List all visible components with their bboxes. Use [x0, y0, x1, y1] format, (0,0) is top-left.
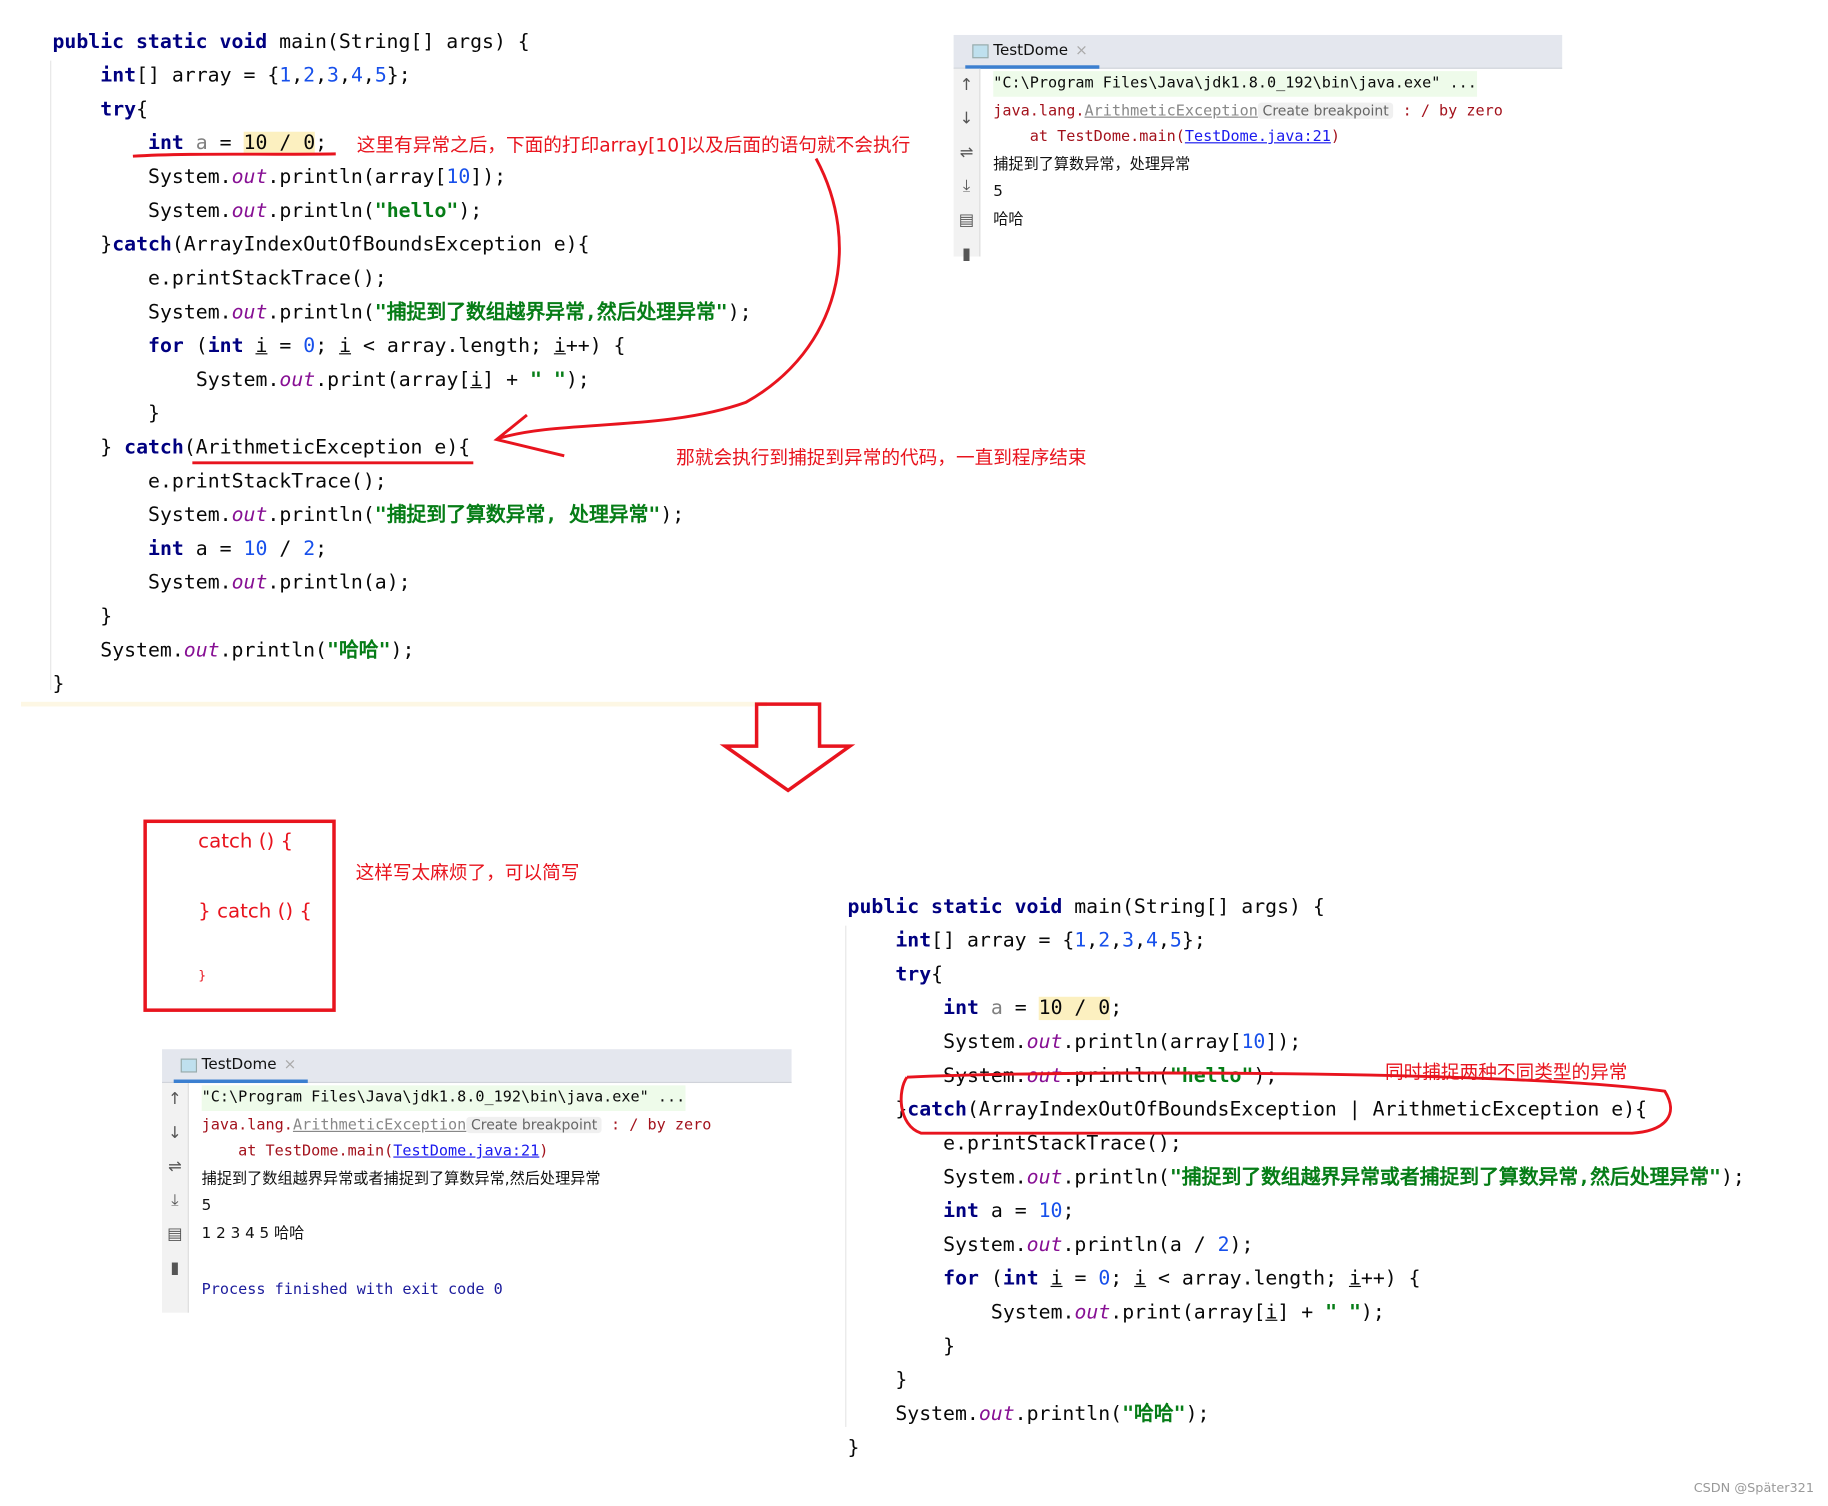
- exc-link[interactable]: ArithmeticException: [1085, 103, 1258, 120]
- exc-message: : / by zero: [601, 1116, 712, 1135]
- curved-arrow: [498, 157, 841, 440]
- trash-icon[interactable]: ▮: [162, 1252, 188, 1286]
- console-output-line: 1 2 3 4 5 哈哈: [201, 1225, 305, 1243]
- console-tab-bar: TestDome ×: [162, 1049, 792, 1084]
- console-exception: java.lang.ArithmeticException Create brea…: [201, 1112, 712, 1139]
- console-output-line: 捕捉到了数组越界异常或者捕捉到了算数异常,然后处理异常: [201, 1170, 601, 1188]
- multicatch-ellipse: [899, 1071, 1672, 1135]
- at-prefix: at TestDome.main(: [201, 1142, 394, 1160]
- soft-wrap-icon[interactable]: ⇌: [954, 136, 980, 170]
- console-tab-bar: TestDome ×: [953, 34, 1563, 69]
- scroll-to-end-icon[interactable]: ⤓: [162, 1184, 188, 1218]
- tab-label: TestDome: [201, 1056, 277, 1074]
- soft-wrap-icon[interactable]: ⇌: [162, 1151, 188, 1185]
- console-command: "C:\Program Files\Java\jdk1.8.0_192\bin\…: [993, 71, 1477, 97]
- run-console-bottom: TestDome × ↑ ↓ ⇌ ⤓ ▤ ▮ "C:\Program Files\Java\…: [162, 1049, 792, 1313]
- console-output-line: 捕捉到了算数异常，处理异常: [993, 156, 1191, 174]
- source-link[interactable]: TestDome.java:21: [1185, 128, 1331, 145]
- screenshot-canvas: public static void main(String[] args) {…: [0, 0, 1828, 1506]
- tab-label: TestDome: [993, 41, 1069, 60]
- close-icon[interactable]: ×: [1075, 42, 1088, 59]
- tab-testdome[interactable]: TestDome ×: [173, 1049, 308, 1084]
- console-toolbar: ↑ ↓ ⇌ ⤓ ▤ ▮: [953, 68, 981, 263]
- arrow-down-icon[interactable]: ↓: [162, 1117, 188, 1151]
- print-icon[interactable]: ▤: [162, 1218, 188, 1252]
- console-output-line: 5: [201, 1197, 212, 1215]
- exc-prefix: java.lang.: [993, 102, 1085, 121]
- at-prefix: at TestDome.main(: [993, 128, 1185, 146]
- console-output-line: 哈哈: [993, 211, 1024, 229]
- arrow-up-icon[interactable]: ↑: [954, 69, 980, 103]
- console-exception: java.lang.ArithmeticException Create brea…: [993, 98, 1503, 125]
- process-finished-line: Process finished with exit code 0: [201, 1281, 503, 1299]
- create-breakpoint-button[interactable]: Create breakpoint: [1257, 102, 1394, 119]
- console-icon: [972, 44, 989, 59]
- exc-prefix: java.lang.: [201, 1116, 293, 1135]
- at-suffix: ): [539, 1142, 549, 1160]
- console-toolbar: ↑ ↓ ⇌ ⤓ ▤ ▮: [162, 1083, 189, 1313]
- trash-icon[interactable]: ▮: [954, 238, 980, 272]
- down-arrow-icon: [719, 702, 856, 793]
- close-icon[interactable]: ×: [284, 1056, 297, 1073]
- arrow-up-icon[interactable]: ↑: [162, 1083, 188, 1117]
- print-icon[interactable]: ▤: [954, 204, 980, 238]
- console-icon: [180, 1058, 198, 1073]
- console-output-line: 5: [993, 183, 1003, 201]
- tab-testdome[interactable]: TestDome ×: [965, 35, 1100, 69]
- console-command: "C:\Program Files\Java\jdk1.8.0_192\bin\…: [201, 1085, 685, 1112]
- watermark: CSDN @Später321: [1693, 1480, 1814, 1496]
- scroll-to-end-icon[interactable]: ⤓: [954, 170, 980, 204]
- arrow-down-icon[interactable]: ↓: [954, 103, 980, 137]
- console-stack-frame: at TestDome.main(TestDome.java:21): [993, 125, 1340, 151]
- exc-message: : / by zero: [1393, 102, 1503, 121]
- source-link[interactable]: TestDome.java:21: [393, 1142, 539, 1159]
- at-suffix: ): [1330, 128, 1341, 146]
- exc-link[interactable]: ArithmeticException: [293, 1117, 466, 1134]
- run-console-top: TestDome × ↑ ↓ ⇌ ⤓ ▤ ▮ "C:\Program Files\Java\…: [953, 34, 1563, 263]
- underline-exception-line: [132, 152, 336, 158]
- console-stack-frame: at TestDome.main(TestDome.java:21): [201, 1139, 549, 1165]
- create-breakpoint-button[interactable]: Create breakpoint: [466, 1116, 602, 1134]
